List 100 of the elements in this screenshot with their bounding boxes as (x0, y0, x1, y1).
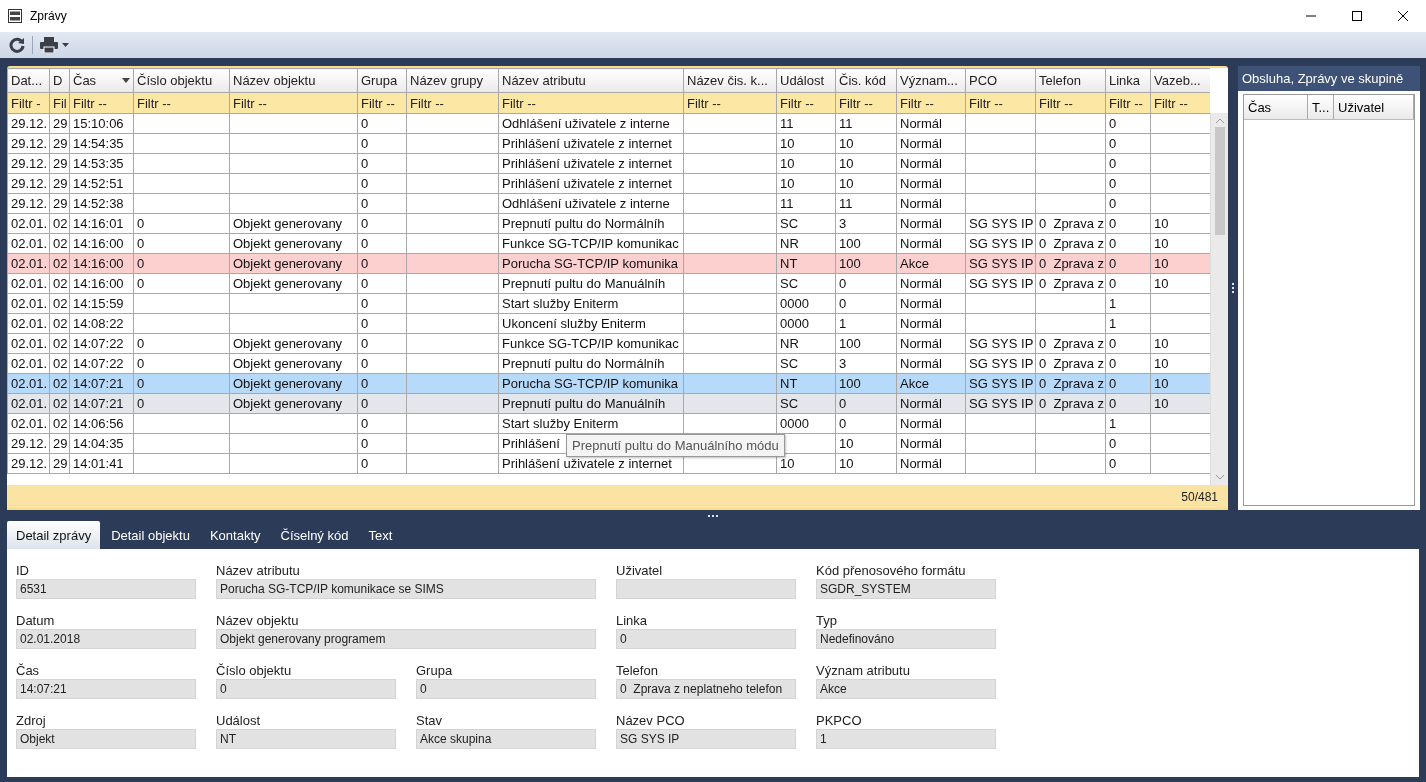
table-cell: 02.01. (7, 313, 50, 334)
table-cell: Normál (896, 193, 966, 214)
scroll-down-icon[interactable] (1214, 473, 1225, 481)
column-header[interactable]: Název čis. k... (683, 68, 777, 93)
text-field[interactable]: 0 (616, 629, 796, 649)
filter-field[interactable]: Filtr - (7, 92, 50, 114)
column-header[interactable]: Čas (1244, 95, 1308, 119)
table-cell: 0000 (776, 293, 836, 314)
column-header[interactable]: Událost (776, 68, 836, 93)
table-row[interactable]: 29.12. 29 15:10:06 0 Odhlášení uživatele z interne 11 11 Normál 0 (7, 113, 1210, 134)
text-field[interactable]: Objekt generovany programem (216, 629, 596, 649)
field-label: Kód přenosového formátu (816, 563, 967, 579)
print-button[interactable] (40, 35, 69, 55)
table-row[interactable]: 02.01. 02 14:08:22 0 Ukoncení služby Eniterm 0000 1 Normál 1 (7, 313, 1210, 334)
column-header[interactable]: Dat... (7, 68, 50, 93)
table-cell: Normál (896, 113, 966, 134)
table-row[interactable]: 29.12. 29 14:54:35 0 Prihlášení uživatele z internet 10 10 Normál 0 (7, 133, 1210, 154)
splitter-handle[interactable] (708, 514, 718, 517)
table-cell: Prihlášení uživatele z internet (498, 133, 684, 154)
table-row[interactable]: 29.12. 29 14:52:51 0 Prihlášení uživatele z internet 10 10 Normál 0 (7, 173, 1210, 194)
table-cell: Objekt generovany (229, 273, 358, 294)
table-cell: 0 (133, 353, 230, 374)
table-cell: 02 (49, 353, 70, 374)
text-field[interactable]: 02.01.2018 (16, 629, 196, 649)
maximize-icon (1352, 11, 1362, 21)
table-row[interactable]: 02.01. 02 14:07:22 0 Objekt generovany 0 Prepnutí pultu do Normálníh SC 3 Normál SG SYS IP 0 Zprava z 0 10 (7, 353, 1210, 374)
column-header[interactable]: Význam... (896, 68, 966, 93)
table-row[interactable]: 02.01. 02 14:07:21 0 Objekt generovany 0 Porucha SG-TCP/IP komunika NT 100 Akce SG SYS IP 0 Zprava z 0 10 (7, 373, 1210, 394)
column-header[interactable]: Název grupy (406, 68, 499, 93)
column-header[interactable]: Název atributu (498, 68, 684, 93)
tab[interactable]: Kontakty (200, 521, 270, 549)
field-label: Název atributu (216, 563, 301, 579)
tab[interactable]: Číselný kód (271, 521, 358, 549)
refresh-button[interactable] (9, 35, 25, 55)
table-cell: 02.01. (7, 373, 50, 394)
table-row[interactable]: 02.01. 02 14:07:22 0 Objekt generovany 0 Funkce SG-TCP/IP komunikac NR 100 Normál SG SYS IP 0 Zprava z 0 10 (7, 333, 1210, 354)
text-field[interactable]: 0 (216, 679, 396, 699)
table-cell: SG SYS IP (965, 213, 1036, 234)
column-header[interactable]: Čas (69, 68, 134, 93)
column-header[interactable]: Uživatel (1334, 95, 1414, 119)
table-cell: 0 (357, 173, 407, 194)
table-cell: 02.01. (7, 293, 50, 314)
table-row[interactable]: 29.12. 29 14:53:35 0 Prihlášení uživatele z internet 10 10 Normál 0 (7, 153, 1210, 174)
table-cell: 0 Zprava z (1035, 353, 1106, 374)
text-field[interactable]: 0 (416, 679, 596, 699)
text-field[interactable]: Akce skupina (416, 729, 596, 749)
text-field[interactable]: Nedefinováno (816, 629, 996, 649)
table-row[interactable]: 29.12. 29 14:52:38 0 Odhlášení uživatele z interne 11 11 Normál 0 (7, 193, 1210, 214)
table-row[interactable]: 02.01. 02 14:16:00 0 Objekt generovany 0 Funkce SG-TCP/IP komunikac NR 100 Normál SG SYS IP 0 Zprava z 0 10 (7, 233, 1210, 254)
field-label: Datum (16, 613, 56, 629)
table-cell: SG SYS IP (965, 353, 1036, 374)
text-field[interactable]: SGDR_SYSTEM (816, 579, 996, 599)
text-field[interactable]: Objekt (16, 729, 196, 749)
column-header[interactable]: PCO (965, 68, 1036, 93)
column-header[interactable]: Grupa (357, 68, 407, 93)
table-cell: 29 (49, 153, 70, 174)
text-field[interactable]: 6531 (16, 579, 196, 599)
table-cell: 02 (49, 233, 70, 254)
text-field[interactable]: Akce (816, 679, 996, 699)
column-header[interactable]: T... (1308, 95, 1334, 119)
column-header[interactable]: Název objektu (229, 68, 358, 93)
table-row[interactable]: 02.01. 02 14:16:00 0 Objekt generovany 0 Prepnutí pultu do Manuálníh SC 0 Normál SG SYS IP 0 Zprava z 0 10 (7, 273, 1210, 294)
table-cell: Odhlášení uživatele z interne (498, 193, 684, 214)
table-cell: 02 (49, 413, 70, 434)
splitter-handle[interactable] (1232, 283, 1234, 293)
table-cell: 0 (357, 273, 407, 294)
column-header[interactable]: Číslo objektu (133, 68, 230, 93)
column-header[interactable]: D (49, 68, 70, 93)
table-cell: 0 (133, 273, 230, 294)
table-cell: 29 (49, 173, 70, 194)
table-cell: 10 (776, 173, 836, 194)
text-field[interactable]: 0 Zprava z neplatneho telefon (616, 679, 796, 699)
column-header[interactable]: Telefon (1035, 68, 1106, 93)
table-row[interactable]: 02.01. 02 14:07:21 0 Objekt generovany 0 Prepnutí pultu do Manuálníh SC 0 Normál SG SYS IP 0 Zprava z 0 10 (7, 393, 1210, 414)
text-field[interactable] (616, 579, 796, 599)
table-cell: Normál (896, 213, 966, 234)
table-row[interactable]: 02.01. 02 14:16:00 0 Objekt generovany 0 Porucha SG-TCP/IP komunika NT 100 Akce SG SYS IP 0 Zprava z 0 10 (7, 253, 1210, 274)
scrollbar[interactable] (1210, 113, 1228, 485)
table-cell: 0 (1105, 173, 1151, 194)
text-field[interactable]: 14:07:21 (16, 679, 196, 699)
table-row[interactable]: 02.01. 02 14:16:01 0 Objekt generovany 0 Prepnutí pultu do Normálníh SC 3 Normál SG SYS IP 0 Zprava z 0 10 (7, 213, 1210, 234)
scroll-up-icon[interactable] (1214, 117, 1225, 125)
column-header[interactable]: Linka (1105, 68, 1151, 93)
scroll-thumb[interactable] (1214, 127, 1225, 235)
column-header[interactable]: Čis. kód (835, 68, 897, 93)
table-row[interactable]: 02.01. 02 14:06:56 0 Start služby Eniterm 0000 0 Normál 1 (7, 413, 1210, 434)
table-cell: 14:04:35 (69, 433, 134, 454)
table-cell: 29.12. (7, 193, 50, 214)
table-row[interactable]: 02.01. 02 14:15:59 0 Start služby Eniterm 0000 0 Normál 1 (7, 293, 1210, 314)
column-header[interactable]: Vazeb... (1150, 68, 1210, 93)
table-cell: 29 (49, 453, 70, 474)
text-field[interactable]: 1 (816, 729, 996, 749)
tab[interactable]: Detail objektu (102, 521, 199, 549)
text-field[interactable]: Porucha SG-TCP/IP komunikace se SIMS (216, 579, 596, 599)
table-cell: 0000 (776, 413, 836, 434)
tab[interactable]: Detail zprávy (7, 521, 101, 549)
text-field[interactable]: SG SYS IP (616, 729, 796, 749)
text-field[interactable]: NT (216, 729, 396, 749)
caret-icon (62, 43, 69, 47)
tab[interactable]: Text (359, 521, 402, 549)
